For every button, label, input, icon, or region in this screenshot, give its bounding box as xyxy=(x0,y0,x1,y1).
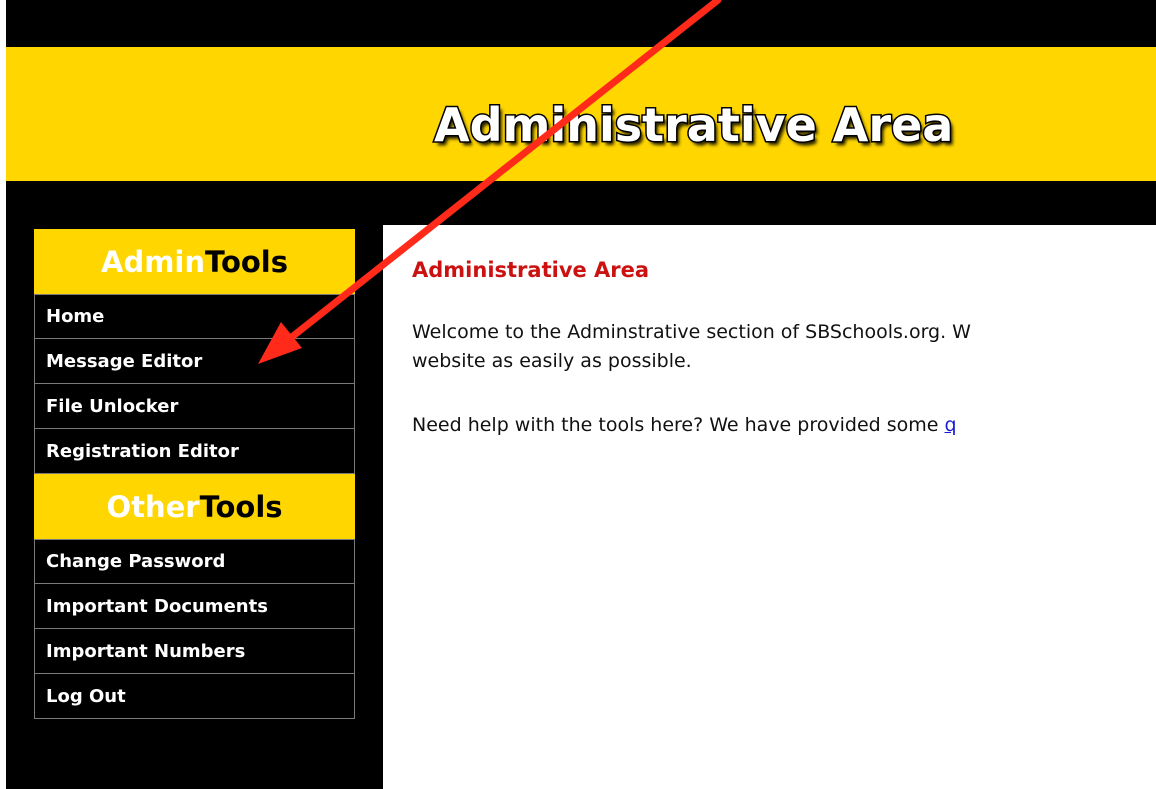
other-tools-header: Other Tools xyxy=(34,474,355,539)
help-link[interactable]: q xyxy=(945,414,957,436)
main-content: Administrative Area Welcome to the Admin… xyxy=(383,225,1156,789)
sidebar: Admin Tools Home Message Editor File Unlo… xyxy=(34,229,355,719)
help-text: Need help with the tools here? We have p… xyxy=(412,414,945,436)
other-tools-header-part1: Other xyxy=(106,489,200,524)
sidebar-item-home[interactable]: Home xyxy=(34,294,355,339)
sidebar-item-log-out[interactable]: Log Out xyxy=(34,674,355,719)
sidebar-item-important-numbers[interactable]: Important Numbers xyxy=(34,629,355,674)
page-frame: Administrative Area Admin Tools Home Mess… xyxy=(6,0,1156,789)
sidebar-item-message-editor[interactable]: Message Editor xyxy=(34,339,355,384)
help-paragraph: Need help with the tools here? We have p… xyxy=(412,411,957,440)
admin-tools-header-part2: Tools xyxy=(205,244,288,279)
admin-tools-header: Admin Tools xyxy=(34,229,355,294)
sidebar-item-change-password[interactable]: Change Password xyxy=(34,539,355,584)
sidebar-item-important-documents[interactable]: Important Documents xyxy=(34,584,355,629)
admin-tools-header-part1: Admin xyxy=(101,244,206,279)
sidebar-item-file-unlocker[interactable]: File Unlocker xyxy=(34,384,355,429)
banner-title: Administrative Area xyxy=(432,97,954,154)
welcome-line-1: Welcome to the Adminstrative section of … xyxy=(412,321,971,343)
page-title: Administrative Area xyxy=(412,258,650,282)
other-tools-header-part2: Tools xyxy=(199,489,283,524)
sidebar-item-registration-editor[interactable]: Registration Editor xyxy=(34,429,355,474)
welcome-line-2: website as easily as possible. xyxy=(412,350,692,372)
